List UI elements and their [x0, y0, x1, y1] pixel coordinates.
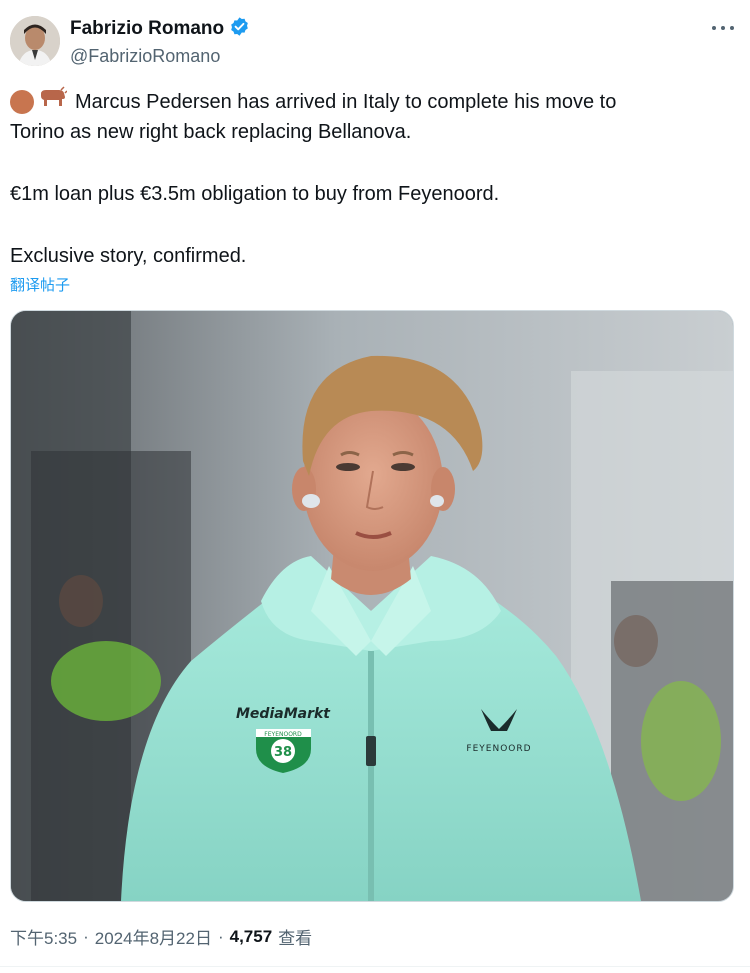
avatar-image [10, 16, 60, 66]
sponsor-logo: MediaMarkt [236, 706, 331, 722]
tweet-meta: 下午5:35 · 2024年8月22日 · 4,757 查看 [10, 924, 312, 949]
divider [0, 966, 750, 967]
views-count: 4,757 [229, 926, 273, 946]
author-handle[interactable]: @FabrizioRomano [70, 46, 250, 67]
author-block: Fabrizio Romano @FabrizioRomano [70, 16, 250, 67]
badge-number: 38 [274, 745, 292, 760]
verified-badge-icon [229, 16, 250, 42]
avatar[interactable] [10, 16, 60, 66]
translate-post-link[interactable]: 翻译帖子 [10, 274, 70, 295]
tweet-line-1: Marcus Pedersen has arrived in Italy to … [75, 90, 617, 113]
tweet-line-1b: Torino as new right back replacing Bella… [10, 121, 412, 143]
tweet-date[interactable]: 2024年8月22日 [95, 924, 212, 949]
brown-circle-emoji [10, 89, 34, 114]
player-photo: MediaMarkt FEYENOORD 38 FEYENOORD [11, 311, 733, 901]
tweet-header: Fabrizio Romano @FabrizioRomano [10, 14, 738, 70]
tweet-line-3: Exclusive story, confirmed. [10, 245, 247, 267]
tweet-photo[interactable]: MediaMarkt FEYENOORD 38 FEYENOORD [10, 310, 734, 902]
tweet-line-2: €1m loan plus €3.5m obligation to buy fr… [10, 183, 500, 205]
brand-text: FEYENOORD [466, 744, 531, 754]
tweet-text: Marcus Pedersen has arrived in Italy to … [10, 86, 730, 271]
tweet-time[interactable]: 下午5:35 [10, 924, 77, 949]
meta-separator: · [83, 926, 89, 946]
meta-separator: · [217, 926, 224, 946]
author-display-name[interactable]: Fabrizio Romano [70, 18, 224, 40]
ox-emoji [37, 86, 68, 117]
badge-top-text: FEYENOORD [264, 731, 302, 738]
views-label: 查看 [278, 929, 313, 948]
more-options-icon[interactable] [710, 18, 738, 38]
